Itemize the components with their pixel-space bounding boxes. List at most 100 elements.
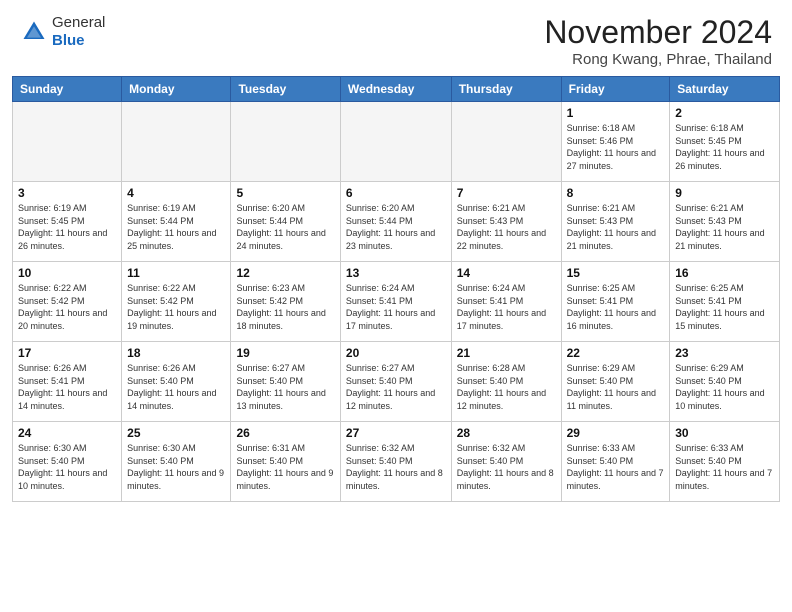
- calendar-day: 12 Sunrise: 6:23 AM Sunset: 5:42 PM Dayli…: [231, 262, 340, 342]
- calendar-week-1: 3Sunrise: 6:19 AM Sunset: 5:45 PM Daylig…: [13, 182, 780, 262]
- calendar-day: 7Sunrise: 6:21 AM Sunset: 5:43 PM Daylig…: [451, 182, 561, 262]
- day-info: Sunrise: 6:21 AM Sunset: 5:43 PM Dayligh…: [675, 202, 774, 252]
- day-number: 8: [567, 186, 665, 200]
- calendar-day: 6 Sunrise: 6:20 AM Sunset: 5:44 PM Daylig…: [340, 182, 451, 262]
- calendar-day: 5 Sunrise: 6:20 AM Sunset: 5:44 PM Daylig…: [231, 182, 340, 262]
- day-number: 24: [18, 426, 116, 440]
- calendar-day: [451, 102, 561, 182]
- calendar-day: 20 Sunrise: 6:27 AM Sunset: 5:40 PM Dayli…: [340, 342, 451, 422]
- day-number: 19: [236, 346, 334, 360]
- day-number: 18: [127, 346, 225, 360]
- calendar-week-2: 10 Sunrise: 6:22 AM Sunset: 5:42 PM Dayli…: [13, 262, 780, 342]
- day-info: Sunrise: 6:21 AM Sunset: 5:43 PM Dayligh…: [457, 202, 556, 252]
- col-header-monday: Monday: [122, 77, 231, 102]
- col-header-saturday: Saturday: [670, 77, 780, 102]
- day-info: Sunrise: 6:19 AM Sunset: 5:44 PM Dayligh…: [127, 202, 225, 252]
- calendar-day: 10Sunrise: 6:22 AM Sunset: 5:42 PM Dayli…: [13, 262, 122, 342]
- day-number: 11: [127, 266, 225, 280]
- day-info: Sunrise: 6:32 AM Sunset: 5:40 PM Dayligh…: [457, 442, 556, 492]
- day-number: 16: [675, 266, 774, 280]
- day-number: 5: [236, 186, 334, 200]
- day-number: 13: [346, 266, 446, 280]
- day-info: Sunrise: 6:29 AM Sunset: 5:40 PM Dayligh…: [675, 362, 774, 412]
- calendar-day: 24 Sunrise: 6:30 AM Sunset: 5:40 PM Dayli…: [13, 422, 122, 502]
- calendar-day: 26 Sunrise: 6:31 AM Sunset: 5:40 PM Dayli…: [231, 422, 340, 502]
- day-info: Sunrise: 6:27 AM Sunset: 5:40 PM Dayligh…: [346, 362, 446, 412]
- calendar-day: 15 Sunrise: 6:25 AM Sunset: 5:41 PM Dayli…: [561, 262, 670, 342]
- day-info: Sunrise: 6:18 AM Sunset: 5:46 PM Dayligh…: [567, 122, 665, 172]
- day-info: Sunrise: 6:20 AM Sunset: 5:44 PM Dayligh…: [346, 202, 446, 252]
- day-number: 17: [18, 346, 116, 360]
- calendar-week-4: 24 Sunrise: 6:30 AM Sunset: 5:40 PM Dayli…: [13, 422, 780, 502]
- day-number: 20: [346, 346, 446, 360]
- day-info: Sunrise: 6:30 AM Sunset: 5:40 PM Dayligh…: [18, 442, 116, 492]
- day-number: 27: [346, 426, 446, 440]
- logo: General Blue: [20, 14, 105, 50]
- day-info: Sunrise: 6:27 AM Sunset: 5:40 PM Dayligh…: [236, 362, 334, 412]
- calendar-day: 11 Sunrise: 6:22 AM Sunset: 5:42 PM Dayli…: [122, 262, 231, 342]
- calendar-day: [13, 102, 122, 182]
- calendar-day: 30 Sunrise: 6:33 AM Sunset: 5:40 PM Dayli…: [670, 422, 780, 502]
- day-info: Sunrise: 6:28 AM Sunset: 5:40 PM Dayligh…: [457, 362, 556, 412]
- calendar-day: 19 Sunrise: 6:27 AM Sunset: 5:40 PM Dayli…: [231, 342, 340, 422]
- day-info: Sunrise: 6:23 AM Sunset: 5:42 PM Dayligh…: [236, 282, 334, 332]
- day-number: 29: [567, 426, 665, 440]
- col-header-sunday: Sunday: [13, 77, 122, 102]
- day-info: Sunrise: 6:31 AM Sunset: 5:40 PM Dayligh…: [236, 442, 334, 492]
- day-info: Sunrise: 6:21 AM Sunset: 5:43 PM Dayligh…: [567, 202, 665, 252]
- calendar-day: [231, 102, 340, 182]
- day-info: Sunrise: 6:32 AM Sunset: 5:40 PM Dayligh…: [346, 442, 446, 492]
- day-info: Sunrise: 6:25 AM Sunset: 5:41 PM Dayligh…: [567, 282, 665, 332]
- calendar-week-0: 1Sunrise: 6:18 AM Sunset: 5:46 PM Daylig…: [13, 102, 780, 182]
- calendar-day: 27 Sunrise: 6:32 AM Sunset: 5:40 PM Dayli…: [340, 422, 451, 502]
- calendar-day: 8 Sunrise: 6:21 AM Sunset: 5:43 PM Daylig…: [561, 182, 670, 262]
- day-number: 4: [127, 186, 225, 200]
- day-number: 30: [675, 426, 774, 440]
- calendar-day: 29 Sunrise: 6:33 AM Sunset: 5:40 PM Dayli…: [561, 422, 670, 502]
- day-number: 2: [675, 106, 774, 120]
- calendar-day: 1Sunrise: 6:18 AM Sunset: 5:46 PM Daylig…: [561, 102, 670, 182]
- day-info: Sunrise: 6:33 AM Sunset: 5:40 PM Dayligh…: [675, 442, 774, 492]
- col-header-tuesday: Tuesday: [231, 77, 340, 102]
- calendar-day: 17 Sunrise: 6:26 AM Sunset: 5:41 PM Dayli…: [13, 342, 122, 422]
- calendar-day: 2 Sunrise: 6:18 AM Sunset: 5:45 PM Daylig…: [670, 102, 780, 182]
- day-info: Sunrise: 6:18 AM Sunset: 5:45 PM Dayligh…: [675, 122, 774, 172]
- day-info: Sunrise: 6:20 AM Sunset: 5:44 PM Dayligh…: [236, 202, 334, 252]
- calendar-day: [340, 102, 451, 182]
- day-number: 3: [18, 186, 116, 200]
- calendar-wrapper: SundayMondayTuesdayWednesdayThursdayFrid…: [0, 76, 792, 502]
- day-number: 15: [567, 266, 665, 280]
- calendar-day: 16 Sunrise: 6:25 AM Sunset: 5:41 PM Dayli…: [670, 262, 780, 342]
- day-number: 22: [567, 346, 665, 360]
- day-info: Sunrise: 6:22 AM Sunset: 5:42 PM Dayligh…: [127, 282, 225, 332]
- calendar-day: 21Sunrise: 6:28 AM Sunset: 5:40 PM Dayli…: [451, 342, 561, 422]
- col-header-wednesday: Wednesday: [340, 77, 451, 102]
- calendar-day: [122, 102, 231, 182]
- day-info: Sunrise: 6:26 AM Sunset: 5:41 PM Dayligh…: [18, 362, 116, 412]
- day-info: Sunrise: 6:24 AM Sunset: 5:41 PM Dayligh…: [457, 282, 556, 332]
- calendar-day: 3Sunrise: 6:19 AM Sunset: 5:45 PM Daylig…: [13, 182, 122, 262]
- day-info: Sunrise: 6:24 AM Sunset: 5:41 PM Dayligh…: [346, 282, 446, 332]
- day-number: 26: [236, 426, 334, 440]
- calendar-day: 4 Sunrise: 6:19 AM Sunset: 5:44 PM Daylig…: [122, 182, 231, 262]
- day-number: 9: [675, 186, 774, 200]
- calendar-day: 28Sunrise: 6:32 AM Sunset: 5:40 PM Dayli…: [451, 422, 561, 502]
- day-number: 23: [675, 346, 774, 360]
- calendar-header-row: SundayMondayTuesdayWednesdayThursdayFrid…: [13, 77, 780, 102]
- day-number: 10: [18, 266, 116, 280]
- header: General Blue November 2024 Rong Kwang, P…: [0, 0, 792, 76]
- day-number: 14: [457, 266, 556, 280]
- calendar-day: 22 Sunrise: 6:29 AM Sunset: 5:40 PM Dayli…: [561, 342, 670, 422]
- day-info: Sunrise: 6:33 AM Sunset: 5:40 PM Dayligh…: [567, 442, 665, 492]
- day-number: 12: [236, 266, 334, 280]
- day-info: Sunrise: 6:29 AM Sunset: 5:40 PM Dayligh…: [567, 362, 665, 412]
- calendar-day: 14 Sunrise: 6:24 AM Sunset: 5:41 PM Dayli…: [451, 262, 561, 342]
- calendar-day: 25Sunrise: 6:30 AM Sunset: 5:40 PM Dayli…: [122, 422, 231, 502]
- logo-general: General: [52, 14, 105, 31]
- day-number: 6: [346, 186, 446, 200]
- day-info: Sunrise: 6:25 AM Sunset: 5:41 PM Dayligh…: [675, 282, 774, 332]
- calendar-day: 18 Sunrise: 6:26 AM Sunset: 5:40 PM Dayli…: [122, 342, 231, 422]
- day-info: Sunrise: 6:26 AM Sunset: 5:40 PM Dayligh…: [127, 362, 225, 412]
- calendar-week-3: 17 Sunrise: 6:26 AM Sunset: 5:41 PM Dayli…: [13, 342, 780, 422]
- calendar-table: SundayMondayTuesdayWednesdayThursdayFrid…: [12, 76, 780, 502]
